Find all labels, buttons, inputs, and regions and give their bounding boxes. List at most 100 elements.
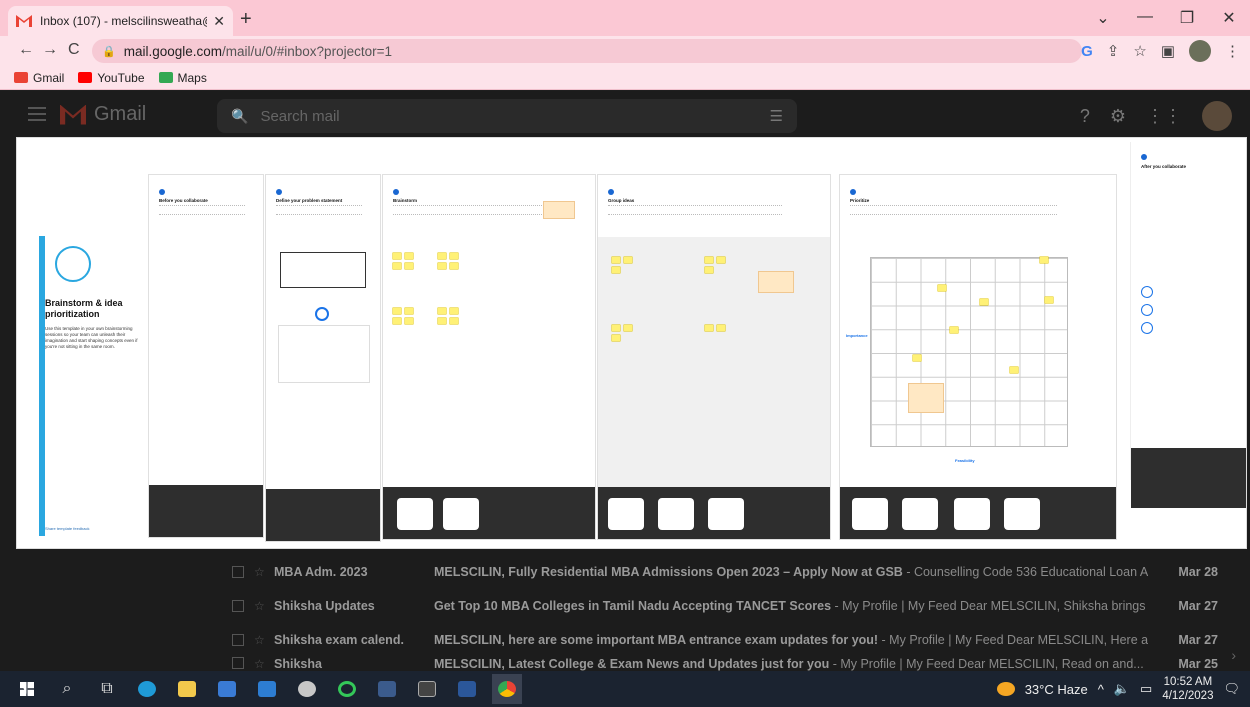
select-checkbox[interactable] (232, 566, 244, 578)
select-checkbox[interactable] (232, 600, 244, 612)
email-row[interactable]: ☆ Shiksha MELSCILIN, Latest College & Ex… (218, 657, 1218, 671)
edge-icon[interactable] (132, 674, 162, 704)
profile-avatar[interactable] (1189, 40, 1211, 62)
maximize-button[interactable]: ❐ (1166, 8, 1208, 28)
email-row[interactable]: ☆ Shiksha exam calend. MELSCILIN, here a… (218, 623, 1218, 657)
url-path: /mail/u/0/#inbox?projector=1 (222, 43, 392, 59)
close-tab-icon[interactable]: ✕ (213, 13, 225, 30)
weather-text[interactable]: 33°C Haze (1025, 682, 1088, 697)
file-explorer-icon[interactable] (172, 674, 202, 704)
board-problem-statement: Define your problem statement (265, 174, 381, 542)
search-mail-box[interactable]: 🔍 Search mail ☰ (217, 99, 797, 133)
google-icon[interactable]: G (1081, 43, 1093, 60)
account-avatar[interactable] (1202, 101, 1232, 131)
media-player-icon[interactable] (292, 674, 322, 704)
bookmark-star-icon[interactable]: ☆ (1133, 42, 1146, 60)
sticky-note (405, 318, 413, 324)
new-tab-button[interactable]: + (240, 8, 252, 31)
sticky-note (612, 267, 620, 273)
bookmark-youtube[interactable]: YouTube (78, 71, 145, 85)
back-button[interactable]: ← (18, 41, 34, 59)
sticky-note (450, 318, 458, 324)
thumbnail[interactable] (852, 498, 888, 530)
email-row[interactable]: ☆ Shiksha Updates Get Top 10 MBA College… (218, 589, 1218, 623)
email-subject: MELSCILIN, here are some important MBA e… (434, 633, 879, 647)
gmail-header: Gmail 🔍 Search mail ☰ ? ⚙ ⋮⋮ (0, 91, 1250, 141)
main-menu-icon[interactable] (28, 107, 46, 121)
clock[interactable]: 10:52 AM 4/12/2023 (1162, 675, 1213, 703)
notifications-icon[interactable]: 🗨 (1223, 681, 1240, 697)
sticky-note (612, 335, 620, 341)
gmail-logo[interactable]: Gmail (60, 103, 146, 126)
forward-button[interactable]: → (42, 41, 58, 59)
help-icon[interactable]: ? (1080, 106, 1090, 127)
email-date: Mar 27 (1178, 633, 1218, 647)
thumbnail[interactable] (443, 498, 479, 530)
thumbnail[interactable] (608, 498, 644, 530)
thumbnail[interactable] (397, 498, 433, 530)
ring-app-icon[interactable] (332, 674, 362, 704)
star-icon[interactable]: ☆ (254, 633, 274, 647)
select-checkbox[interactable] (232, 634, 244, 646)
thumbnail[interactable] (902, 498, 938, 530)
start-icon[interactable] (12, 674, 42, 704)
app-icon[interactable] (372, 674, 402, 704)
search-icon[interactable]: ⌕ (52, 674, 82, 704)
star-icon[interactable]: ☆ (254, 657, 274, 671)
board-title: Group ideas (608, 198, 635, 203)
select-checkbox[interactable] (232, 657, 244, 669)
browser-tab[interactable]: Inbox (107) - melscilinsweatha@ ✕ (8, 6, 233, 36)
search-icon[interactable]: 🔍 (231, 108, 248, 125)
sticky-note (705, 267, 713, 273)
link-icon (1141, 304, 1153, 316)
lock-icon[interactable]: 🔒 (102, 45, 116, 58)
network-icon[interactable]: ▭ (1140, 681, 1152, 697)
chrome-icon[interactable] (492, 674, 522, 704)
board-title: Prioritize (850, 198, 870, 203)
terminal-icon[interactable] (412, 674, 442, 704)
menu-kebab-icon[interactable]: ⋮ (1225, 42, 1240, 60)
word-icon[interactable] (452, 674, 482, 704)
share-icon[interactable]: ⇪ (1107, 42, 1120, 60)
weather-icon[interactable] (996, 682, 1015, 696)
search-options-icon[interactable]: ☰ (770, 107, 783, 125)
system-tray: 33°C Haze ^ 🔈 ▭ 10:52 AM 4/12/2023 🗨 (996, 671, 1240, 707)
volume-icon[interactable]: 🔈 (1114, 681, 1130, 697)
reload-button[interactable]: C (68, 41, 80, 59)
board-footer (1131, 448, 1246, 508)
chevron-right-icon[interactable]: › (1231, 647, 1236, 663)
email-row[interactable]: ☆ MBA Adm. 2023 MELSCILIN, Fully Residen… (218, 555, 1218, 589)
tab-search-icon[interactable]: ⌄ (1082, 8, 1124, 28)
store-icon[interactable] (212, 674, 242, 704)
settings-gear-icon[interactable]: ⚙ (1110, 106, 1126, 127)
cover-stripe (39, 236, 45, 536)
star-icon[interactable]: ☆ (254, 565, 274, 579)
apps-grid-icon[interactable]: ⋮⋮ (1146, 106, 1182, 127)
bookmark-gmail[interactable]: Gmail (14, 71, 64, 85)
brainstorm-logo-icon (55, 246, 91, 282)
minimize-button[interactable]: — (1124, 8, 1166, 28)
clock-date: 4/12/2023 (1162, 690, 1214, 702)
email-snippet: - My Profile | My Feed Dear MELSCILIN, H… (878, 633, 1148, 647)
thumbnail[interactable] (1004, 498, 1040, 530)
sidepanel-icon[interactable]: ▣ (1161, 42, 1175, 60)
step-number-icon (1141, 154, 1147, 160)
omnibox[interactable]: 🔒 mail.google.com /mail/u/0/#inbox?proje… (92, 39, 1082, 63)
board-footer (149, 485, 263, 537)
close-window-button[interactable]: ✕ (1208, 8, 1250, 28)
bookmark-maps[interactable]: Maps (158, 71, 207, 85)
mail-icon[interactable] (252, 674, 282, 704)
url-host: mail.google.com (123, 43, 222, 59)
search-placeholder: Search mail (260, 107, 340, 125)
star-icon[interactable]: ☆ (254, 599, 274, 613)
email-date: Mar 28 (1178, 565, 1218, 579)
task-view-icon[interactable]: ⧉ (92, 674, 122, 704)
show-hidden-icons-icon[interactable]: ^ (1098, 682, 1104, 697)
link-icon (1141, 286, 1153, 298)
sticky-note (405, 253, 413, 259)
thumbnail[interactable] (658, 498, 694, 530)
thumbnail[interactable] (708, 498, 744, 530)
thumbnail[interactable] (954, 498, 990, 530)
attachment-preview[interactable]: Brainstorm & idea prioritization Use thi… (17, 138, 1246, 548)
share-feedback-link[interactable]: Share template feedback (45, 526, 89, 531)
